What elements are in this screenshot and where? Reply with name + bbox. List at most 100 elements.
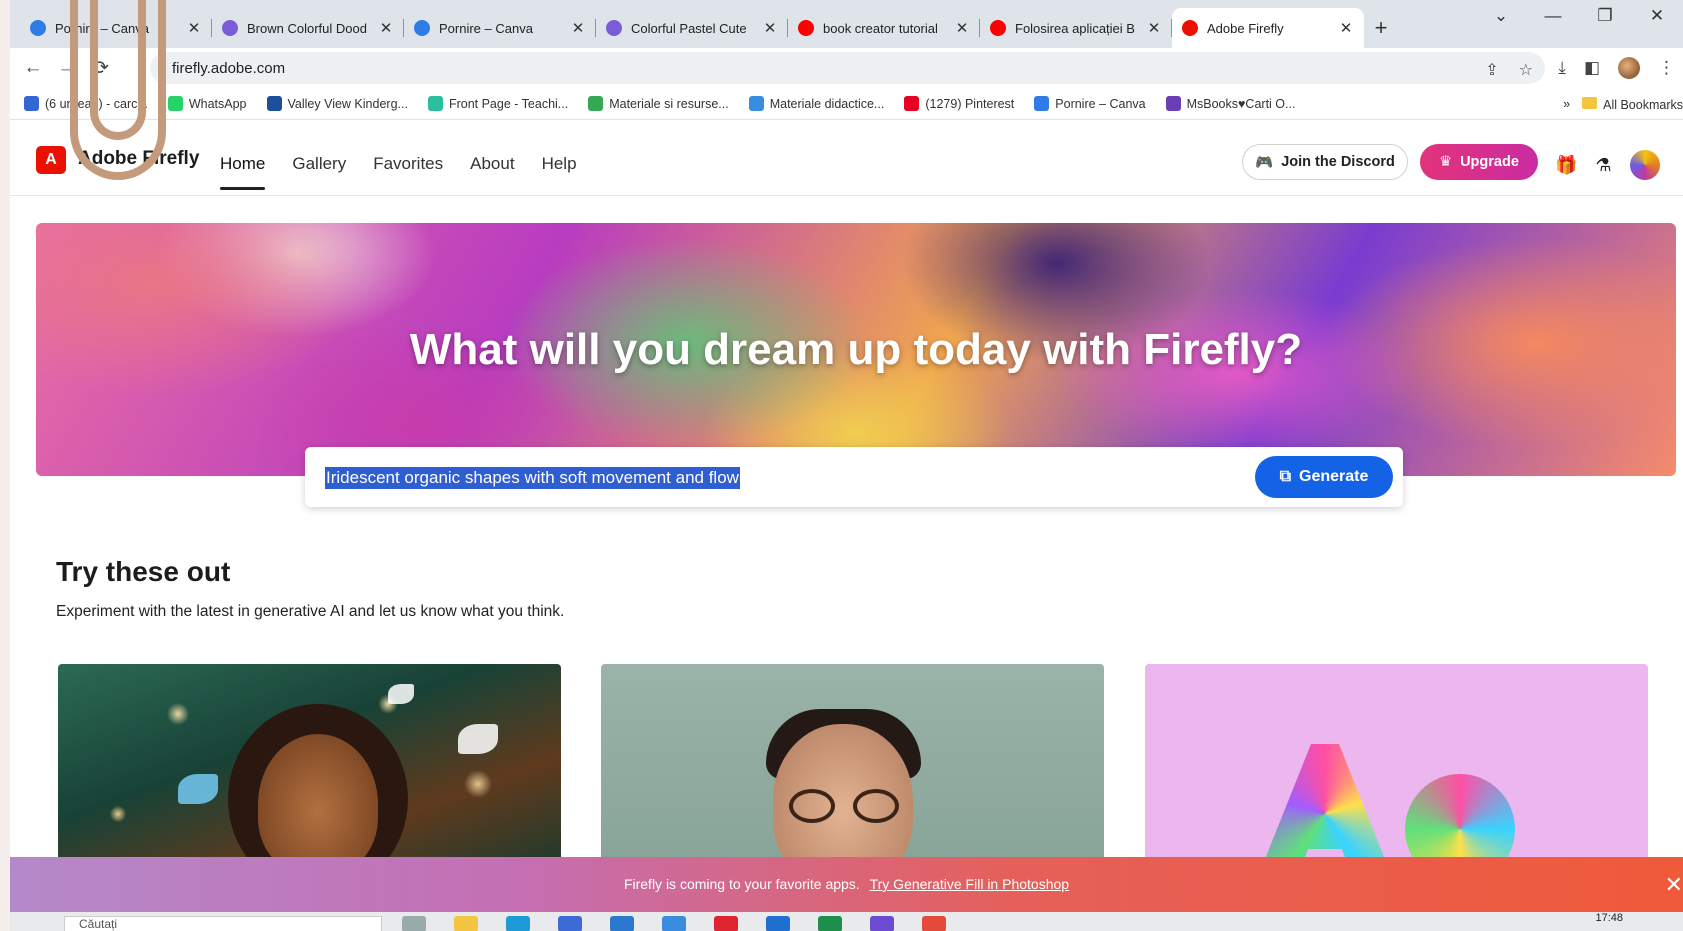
app-icon[interactable] [662,916,686,931]
adobe-logo-icon[interactable]: A [36,146,66,174]
nav-gallery[interactable]: Gallery [292,154,346,174]
url-text: firefly.adobe.com [172,59,286,77]
crown-icon: ♛ [1439,154,1453,170]
edge-icon[interactable] [506,916,530,931]
feature-card-text-effects[interactable] [1145,664,1648,874]
bookmarks-bar: (6 unread) - carc... WhatsApp Valley View … [10,88,1683,120]
gift-icon[interactable]: 🎁 [1555,155,1577,176]
close-window-icon[interactable]: ✕ [1631,6,1683,26]
lab-flask-icon[interactable]: ⚗ [1595,155,1611,176]
taskbar-clock[interactable]: 17:48 [1595,912,1623,924]
side-panel-icon[interactable]: ◧ [1584,58,1600,78]
paper-clip-decoration-inner [90,0,146,140]
browser-tab[interactable]: Brown Colorful Dood ✕ [212,8,404,48]
chrome-icon[interactable] [922,916,946,931]
opera-icon[interactable] [714,916,738,931]
bookmark-label: Pornire – Canva [1055,96,1146,111]
bookmark-favicon-icon [167,96,183,111]
promo-link[interactable]: Try Generative Fill in Photoshop [870,876,1069,892]
tab-favicon-icon [1182,20,1198,36]
task-view-icon[interactable] [402,916,426,931]
generate-button[interactable]: ⧉ Generate [1255,456,1393,498]
excel-icon[interactable] [818,916,842,931]
tab-search-icon[interactable]: ⌄ [1475,6,1527,26]
nav-help[interactable]: Help [542,154,577,174]
bookmark-item[interactable]: MsBooks♥Carti O... [1165,96,1296,111]
tab-close-icon[interactable]: ✕ [378,19,394,37]
nav-about[interactable]: About [470,154,514,174]
bookmark-item[interactable]: Materiale si resurse... [588,96,729,111]
star-icon[interactable]: ☆ [1519,60,1533,80]
tab-close-icon[interactable]: ✕ [570,19,586,37]
tab-favicon-icon [414,20,430,36]
browser-tab[interactable]: Folosirea aplicației B ✕ [980,8,1172,48]
generate-icon: ⧉ [1279,468,1292,485]
bookmark-label: Valley View Kinderg... [287,96,408,111]
omnibox-actions: ⇪ ☆ [1485,60,1533,80]
bookmark-item[interactable]: (1279) Pinterest [904,96,1014,111]
tab-close-icon[interactable]: ✕ [186,19,202,37]
tab-favicon-icon [30,20,46,36]
fuzzy-letter-a-shape [1255,744,1395,874]
promo-banner-text-row: Firefly is coming to your favorite apps.… [10,876,1683,892]
share-icon[interactable]: ⇪ [1485,60,1498,80]
join-discord-button[interactable]: 🎮 Join the Discord [1242,144,1408,180]
bookmarks-overflow-button[interactable]: » [1563,97,1570,111]
menu-kebab-icon[interactable]: ⋮ [1658,58,1675,78]
browser-tab[interactable]: book creator tutorial ✕ [788,8,980,48]
discord-icon: 🎮 [1255,154,1274,171]
upgrade-button[interactable]: ♛ Upgrade [1420,144,1538,180]
tab-title: Adobe Firefly [1207,20,1284,36]
bookmark-favicon-icon [588,96,604,111]
bookmark-label: MsBooks♥Carti O... [1186,96,1296,111]
tab-title: Colorful Pastel Cute [631,20,747,36]
minimize-icon[interactable]: — [1527,6,1579,26]
tab-strip: Pornire – Canva ✕ Brown Colorful Dood ✕ Porn… [10,0,1683,48]
back-icon[interactable]: ← [16,57,50,79]
bookmark-label: (1279) Pinterest [925,96,1015,111]
generate-label: Generate [1299,468,1369,485]
nav-favorites[interactable]: Favorites [373,154,443,174]
tab-close-icon[interactable]: ✕ [762,19,778,37]
browser-tab[interactable]: Adobe Firefly ✕ [1172,8,1364,48]
bookmark-label: Materiale didactice... [769,96,885,111]
tab-close-icon[interactable]: ✕ [954,19,970,37]
bookmark-item[interactable]: Materiale didactice... [748,96,885,111]
main-nav: Home Gallery Favorites About Help [220,154,577,190]
bookmark-item[interactable]: Valley View Kinderg... [266,96,408,111]
close-banner-icon[interactable]: ✕ [1665,872,1683,898]
promo-text: Firefly is coming to your favorite apps. [623,876,860,892]
tab-close-icon[interactable]: ✕ [1146,19,1162,37]
restore-icon[interactable]: ❐ [1579,6,1631,26]
hero-banner: What will you dream up today with Firefl… [36,223,1676,476]
nav-home[interactable]: Home [220,154,266,190]
bookmark-item[interactable]: Front Page - Teachi... [427,96,568,111]
app-icon[interactable] [870,916,894,931]
store-icon[interactable] [610,916,634,931]
browser-tab[interactable]: Pornire – Canva ✕ [404,8,596,48]
taskbar-search[interactable]: Căutați [64,916,382,931]
profile-avatar[interactable] [1618,57,1640,79]
teams-icon[interactable] [558,916,582,931]
prompt-input[interactable]: Iridescent organic shapes with soft move… [325,467,740,489]
folder-icon [1582,96,1598,109]
browser-tab[interactable]: Colorful Pastel Cute ✕ [596,8,788,48]
tab-close-icon[interactable]: ✕ [1338,19,1354,37]
section-subtitle: Experiment with the latest in generative… [56,603,565,620]
new-tab-button[interactable]: + [1364,8,1398,48]
outlook-icon[interactable] [766,916,790,931]
address-bar[interactable]: firefly.adobe.com [150,52,1545,84]
user-avatar[interactable] [1629,150,1660,180]
bookmark-favicon-icon [266,96,282,111]
upgrade-label: Upgrade [1460,154,1519,170]
file-explorer-icon[interactable] [454,916,478,931]
bookmark-label: WhatsApp [188,96,247,111]
firefly-header: A Adobe Firefly Home Gallery Favorites Abou… [10,122,1683,196]
bookmark-item[interactable]: WhatsApp [167,96,247,111]
feature-card-generative-fill[interactable] [601,664,1104,874]
bookmark-item[interactable]: Pornire – Canva [1034,96,1146,111]
feature-card-text-to-image[interactable] [58,664,561,874]
download-icon[interactable]: ⤓ [1558,58,1566,78]
join-discord-label: Join the Discord [1281,154,1395,170]
all-bookmarks-button[interactable]: All Bookmarks [1582,96,1683,112]
